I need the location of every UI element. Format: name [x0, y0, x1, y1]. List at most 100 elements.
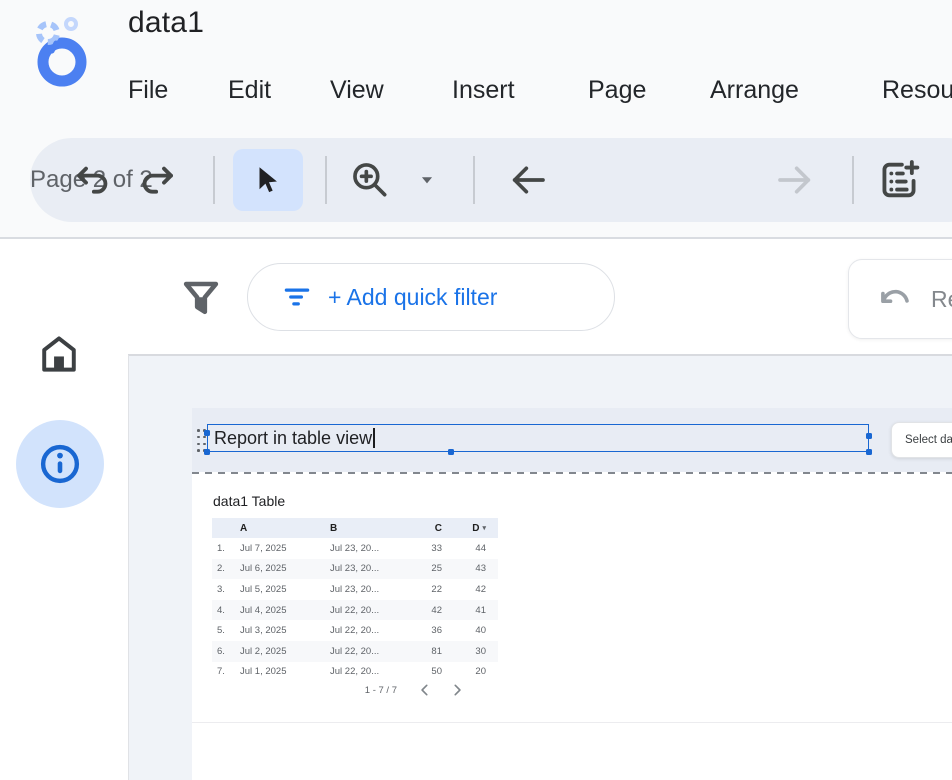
looker-studio-window: data1 File Edit View Insert Page Arrange…: [0, 0, 952, 780]
add-data-icon: [876, 157, 922, 203]
cell-d: 41: [442, 605, 492, 616]
table-row[interactable]: 2. Jul 6, 2025 Jul 23, 20... 25 43: [212, 559, 498, 580]
data-table[interactable]: A B C D▾ 1. Jul 7, 2025 Jul 23, 20... 33…: [212, 518, 498, 682]
pagination-next-icon[interactable]: [450, 683, 464, 697]
filter-bar: + Add quick filter Reset: [0, 239, 952, 355]
row-number: 7.: [212, 666, 240, 677]
column-header-d[interactable]: D▾: [442, 523, 492, 534]
row-number: 6.: [212, 646, 240, 657]
resize-handle[interactable]: [866, 449, 872, 455]
pagination-prev-icon[interactable]: [418, 683, 432, 697]
zoom-in-icon: [348, 158, 392, 202]
text-cursor: [373, 428, 375, 448]
cell-d: 44: [442, 543, 492, 554]
report-title[interactable]: data1: [128, 6, 204, 40]
title-textbox-text: Report in table view: [208, 428, 372, 449]
next-page-button-disabled[interactable]: [775, 160, 815, 200]
info-icon: [37, 441, 83, 487]
menu-file[interactable]: File: [128, 72, 168, 108]
cell-a: Jul 1, 2025: [240, 666, 330, 677]
report-page[interactable]: Report in table view Select date range d…: [192, 408, 952, 780]
menu-page[interactable]: Page: [588, 72, 646, 108]
zoom-dropdown-caret-icon[interactable]: [418, 171, 436, 189]
home-button[interactable]: [36, 331, 82, 377]
cell-a: Jul 3, 2025: [240, 625, 330, 636]
add-quick-filter-label: + Add quick filter: [328, 284, 497, 311]
table-row[interactable]: 5. Jul 3, 2025 Jul 22, 20... 36 40: [212, 620, 498, 641]
cell-c: 42: [410, 605, 442, 616]
column-header-b[interactable]: B: [330, 523, 410, 534]
cell-b: Jul 22, 20...: [330, 605, 410, 616]
menu-resource[interactable]: Resource: [882, 72, 952, 108]
filter-funnel-icon[interactable]: [180, 276, 222, 320]
select-tool-button[interactable]: [233, 149, 303, 211]
cell-b: Jul 23, 20...: [330, 543, 410, 554]
cell-b: Jul 23, 20...: [330, 563, 410, 574]
cell-b: Jul 22, 20...: [330, 625, 410, 636]
table-body: 1. Jul 7, 2025 Jul 23, 20... 33 44 2. Ju…: [212, 538, 498, 682]
resize-handle[interactable]: [866, 433, 872, 439]
toolbar-divider: [473, 156, 475, 204]
table-row[interactable]: 1. Jul 7, 2025 Jul 23, 20... 33 44: [212, 538, 498, 559]
cell-d: 30: [442, 646, 492, 657]
report-info-button[interactable]: [16, 420, 104, 508]
table-row[interactable]: 4. Jul 4, 2025 Jul 22, 20... 42 41: [212, 600, 498, 621]
resize-handle[interactable]: [448, 449, 454, 455]
table-chart-title: data1 Table: [213, 493, 285, 509]
cell-a: Jul 7, 2025: [240, 543, 330, 554]
report-canvas[interactable]: Report in table view Select date range d…: [129, 356, 952, 780]
cell-a: Jul 5, 2025: [240, 584, 330, 595]
undo-button[interactable]: [72, 159, 114, 201]
table-row[interactable]: 7. Jul 1, 2025 Jul 22, 20... 50 20: [212, 662, 498, 683]
toolbar: Page 2 of 2: [30, 138, 952, 222]
sort-caret-icon: ▾: [482, 524, 486, 532]
reset-undo-icon: [875, 280, 913, 318]
looker-studio-logo-icon[interactable]: [26, 16, 94, 88]
table-row[interactable]: 3. Jul 5, 2025 Jul 23, 20... 22 42: [212, 579, 498, 600]
cell-c: 81: [410, 646, 442, 657]
column-header-c[interactable]: C: [410, 523, 442, 534]
home-icon: [36, 331, 82, 377]
resize-handle[interactable]: [204, 430, 210, 436]
cell-c: 50: [410, 666, 442, 677]
toolbar-divider: [325, 156, 327, 204]
page-boundary-line: [192, 722, 952, 723]
cell-a: Jul 2, 2025: [240, 646, 330, 657]
reset-button[interactable]: Reset: [848, 259, 952, 339]
menu-edit[interactable]: Edit: [228, 72, 271, 108]
cell-a: Jul 4, 2025: [240, 605, 330, 616]
cell-a: Jul 6, 2025: [240, 563, 330, 574]
cell-d: 43: [442, 563, 492, 574]
menu-arrange[interactable]: Arrange: [710, 72, 799, 108]
cell-b: Jul 22, 20...: [330, 646, 410, 657]
cell-b: Jul 23, 20...: [330, 584, 410, 595]
resize-handle[interactable]: [204, 449, 210, 455]
row-number: 5.: [212, 625, 240, 636]
column-header-a[interactable]: A: [240, 523, 330, 534]
cursor-icon: [251, 163, 285, 197]
filter-list-icon: [282, 282, 312, 312]
cell-c: 22: [410, 584, 442, 595]
reset-label: Reset: [931, 286, 952, 313]
add-data-button[interactable]: [876, 157, 922, 203]
date-range-button[interactable]: Select date range: [891, 422, 952, 458]
table-header-row[interactable]: A B C D▾: [212, 518, 498, 538]
previous-page-button[interactable]: [508, 160, 548, 200]
zoom-tool-button[interactable]: [348, 158, 392, 202]
table-row[interactable]: 6. Jul 2, 2025 Jul 22, 20... 81 30: [212, 641, 498, 662]
top-chrome: data1 File Edit View Insert Page Arrange…: [0, 0, 952, 237]
table-pagination: 1 - 7 / 7: [212, 682, 498, 700]
cell-d: 20: [442, 666, 492, 677]
row-number: 4.: [212, 605, 240, 616]
toolbar-divider: [213, 156, 215, 204]
redo-button[interactable]: [136, 159, 178, 201]
pagination-range: 1 - 7 / 7: [365, 685, 397, 696]
title-textbox[interactable]: Report in table view: [207, 424, 869, 452]
cell-b: Jul 22, 20...: [330, 666, 410, 677]
toolbar-divider: [852, 156, 854, 204]
add-quick-filter-button[interactable]: + Add quick filter: [247, 263, 615, 331]
menu-view[interactable]: View: [330, 72, 384, 108]
cell-d: 40: [442, 625, 492, 636]
cell-c: 33: [410, 543, 442, 554]
menu-insert[interactable]: Insert: [452, 72, 515, 108]
